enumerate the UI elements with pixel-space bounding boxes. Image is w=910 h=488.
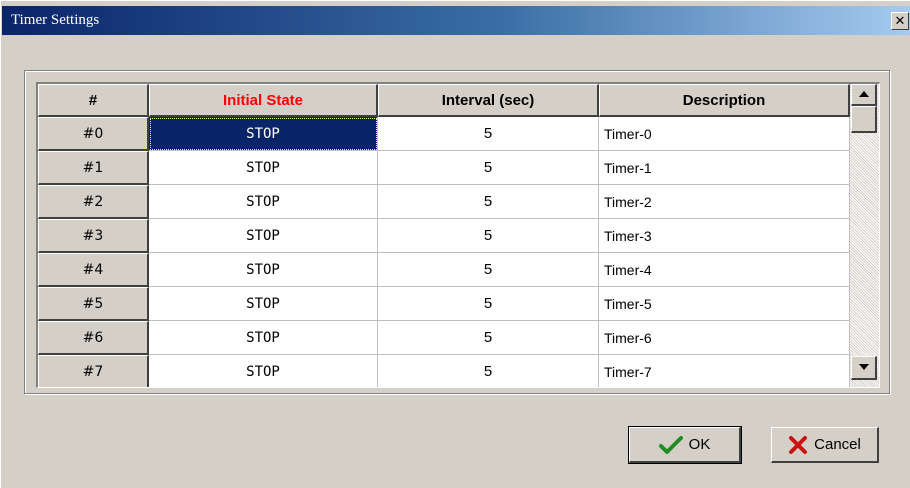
window-title: Timer Settings	[11, 12, 100, 28]
interval-cell[interactable]: 5	[378, 219, 599, 253]
ok-button[interactable]: OK	[628, 426, 742, 464]
row-header[interactable]: #5	[38, 287, 149, 321]
row-header[interactable]: #4	[38, 253, 149, 287]
row-header[interactable]: #7	[38, 355, 149, 387]
description-cell[interactable]: Timer-4	[599, 253, 850, 287]
description-cell[interactable]: Timer-7	[599, 355, 850, 387]
initial-state-cell[interactable]: STOP	[149, 321, 378, 355]
row-header[interactable]: #2	[38, 185, 149, 219]
x-icon	[789, 435, 808, 454]
column-header-description[interactable]: Description	[599, 84, 850, 117]
description-cell[interactable]: Timer-3	[599, 219, 850, 253]
initial-state-cell[interactable]: STOP	[149, 355, 378, 387]
column-header-index[interactable]: #	[38, 84, 149, 117]
title-bar[interactable]: Timer Settings ✕	[2, 6, 910, 35]
initial-state-cell[interactable]: STOP	[149, 151, 378, 185]
interval-cell[interactable]: 5	[378, 355, 599, 387]
row-header[interactable]: #3	[38, 219, 149, 253]
column-header-interval[interactable]: Interval (sec)	[378, 84, 599, 117]
interval-cell[interactable]: 5	[378, 185, 599, 219]
column-header-initial-state[interactable]: Initial State	[149, 84, 378, 117]
row-header[interactable]: #6	[38, 321, 149, 355]
description-cell[interactable]: Timer-6	[599, 321, 850, 355]
initial-state-cell[interactable]: STOP	[149, 117, 378, 151]
close-icon: ✕	[894, 13, 906, 29]
arrow-up-icon	[859, 91, 869, 97]
initial-state-cell[interactable]: STOP	[149, 253, 378, 287]
description-cell[interactable]: Timer-1	[599, 151, 850, 185]
vertical-scrollbar[interactable]	[850, 84, 879, 387]
scroll-down-button[interactable]	[851, 356, 877, 380]
interval-cell[interactable]: 5	[378, 253, 599, 287]
initial-state-cell[interactable]: STOP	[149, 219, 378, 253]
scroll-thumb[interactable]	[851, 106, 877, 133]
grid-body: # Initial State Interval (sec) Description #…	[38, 84, 850, 387]
cancel-label: Cancel	[814, 436, 861, 453]
initial-state-cell[interactable]: STOP	[149, 287, 378, 321]
ok-label: OK	[688, 436, 711, 453]
scroll-up-button[interactable]	[851, 84, 877, 106]
row-header[interactable]: #0	[38, 117, 149, 151]
interval-cell[interactable]: 5	[378, 117, 599, 151]
checkmark-icon	[658, 435, 683, 454]
interval-cell[interactable]: 5	[378, 151, 599, 185]
interval-cell[interactable]: 5	[378, 321, 599, 355]
description-cell[interactable]: Timer-0	[599, 117, 850, 151]
row-header[interactable]: #1	[38, 151, 149, 185]
close-button[interactable]: ✕	[891, 12, 909, 30]
interval-cell[interactable]: 5	[378, 287, 599, 321]
timer-grid: # Initial State Interval (sec) Description #…	[36, 82, 880, 388]
description-cell[interactable]: Timer-5	[599, 287, 850, 321]
cancel-button[interactable]: Cancel	[771, 427, 879, 463]
initial-state-cell[interactable]: STOP	[149, 185, 378, 219]
arrow-down-icon	[859, 364, 869, 370]
timer-settings-dialog: Timer Settings ✕ # Initial State Interval …	[0, 0, 910, 488]
description-cell[interactable]: Timer-2	[599, 185, 850, 219]
